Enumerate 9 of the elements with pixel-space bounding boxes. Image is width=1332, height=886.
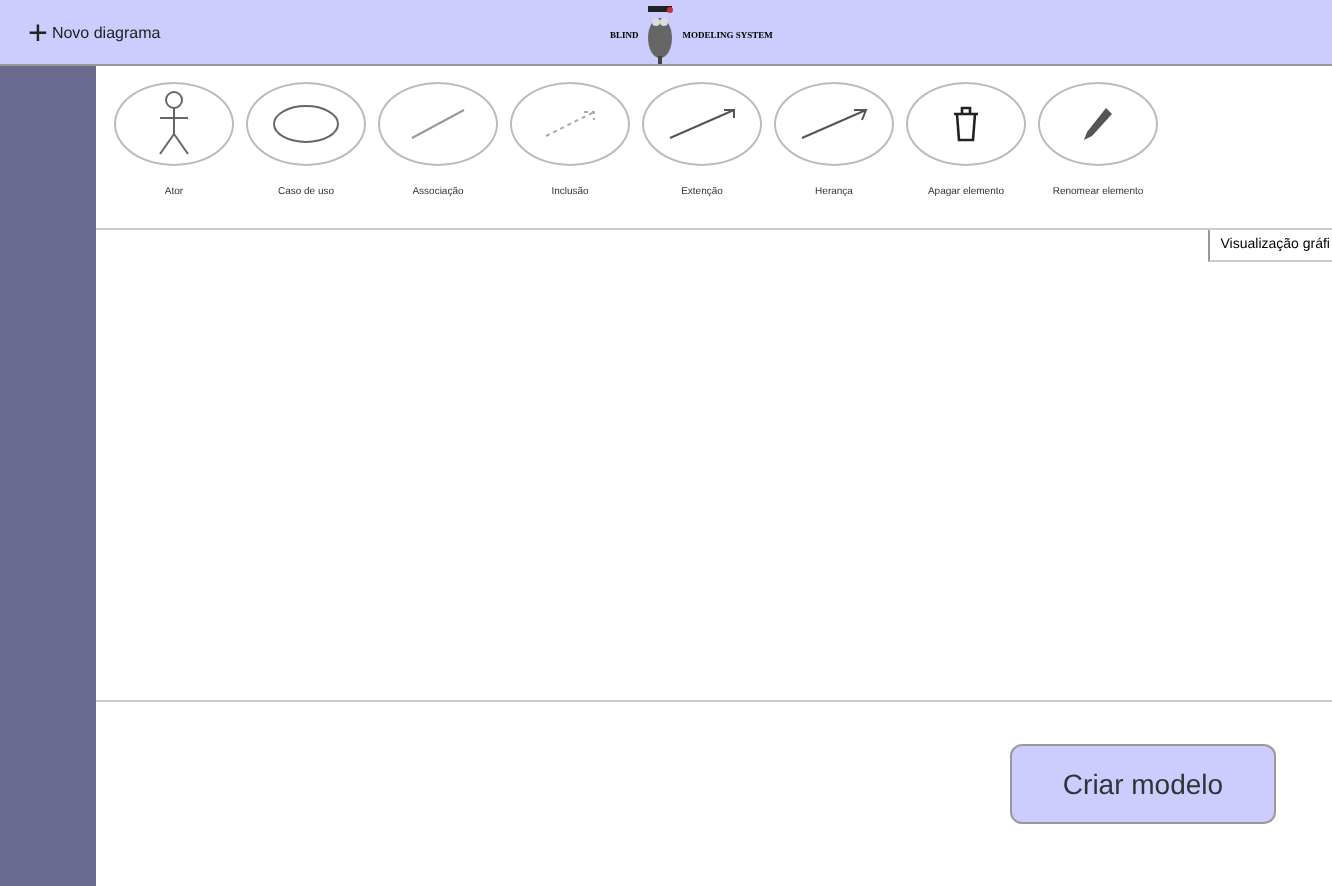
arrow-icon [800, 108, 868, 140]
create-model-button[interactable]: Criar modelo [1010, 744, 1276, 824]
arrow-icon [668, 108, 736, 140]
stick-figure-icon [154, 90, 194, 158]
line-icon [410, 108, 466, 140]
ellipse-icon [272, 104, 340, 144]
pencil-icon [1082, 106, 1114, 142]
dashed-arrow-icon [544, 110, 596, 138]
trash-icon [952, 106, 980, 142]
